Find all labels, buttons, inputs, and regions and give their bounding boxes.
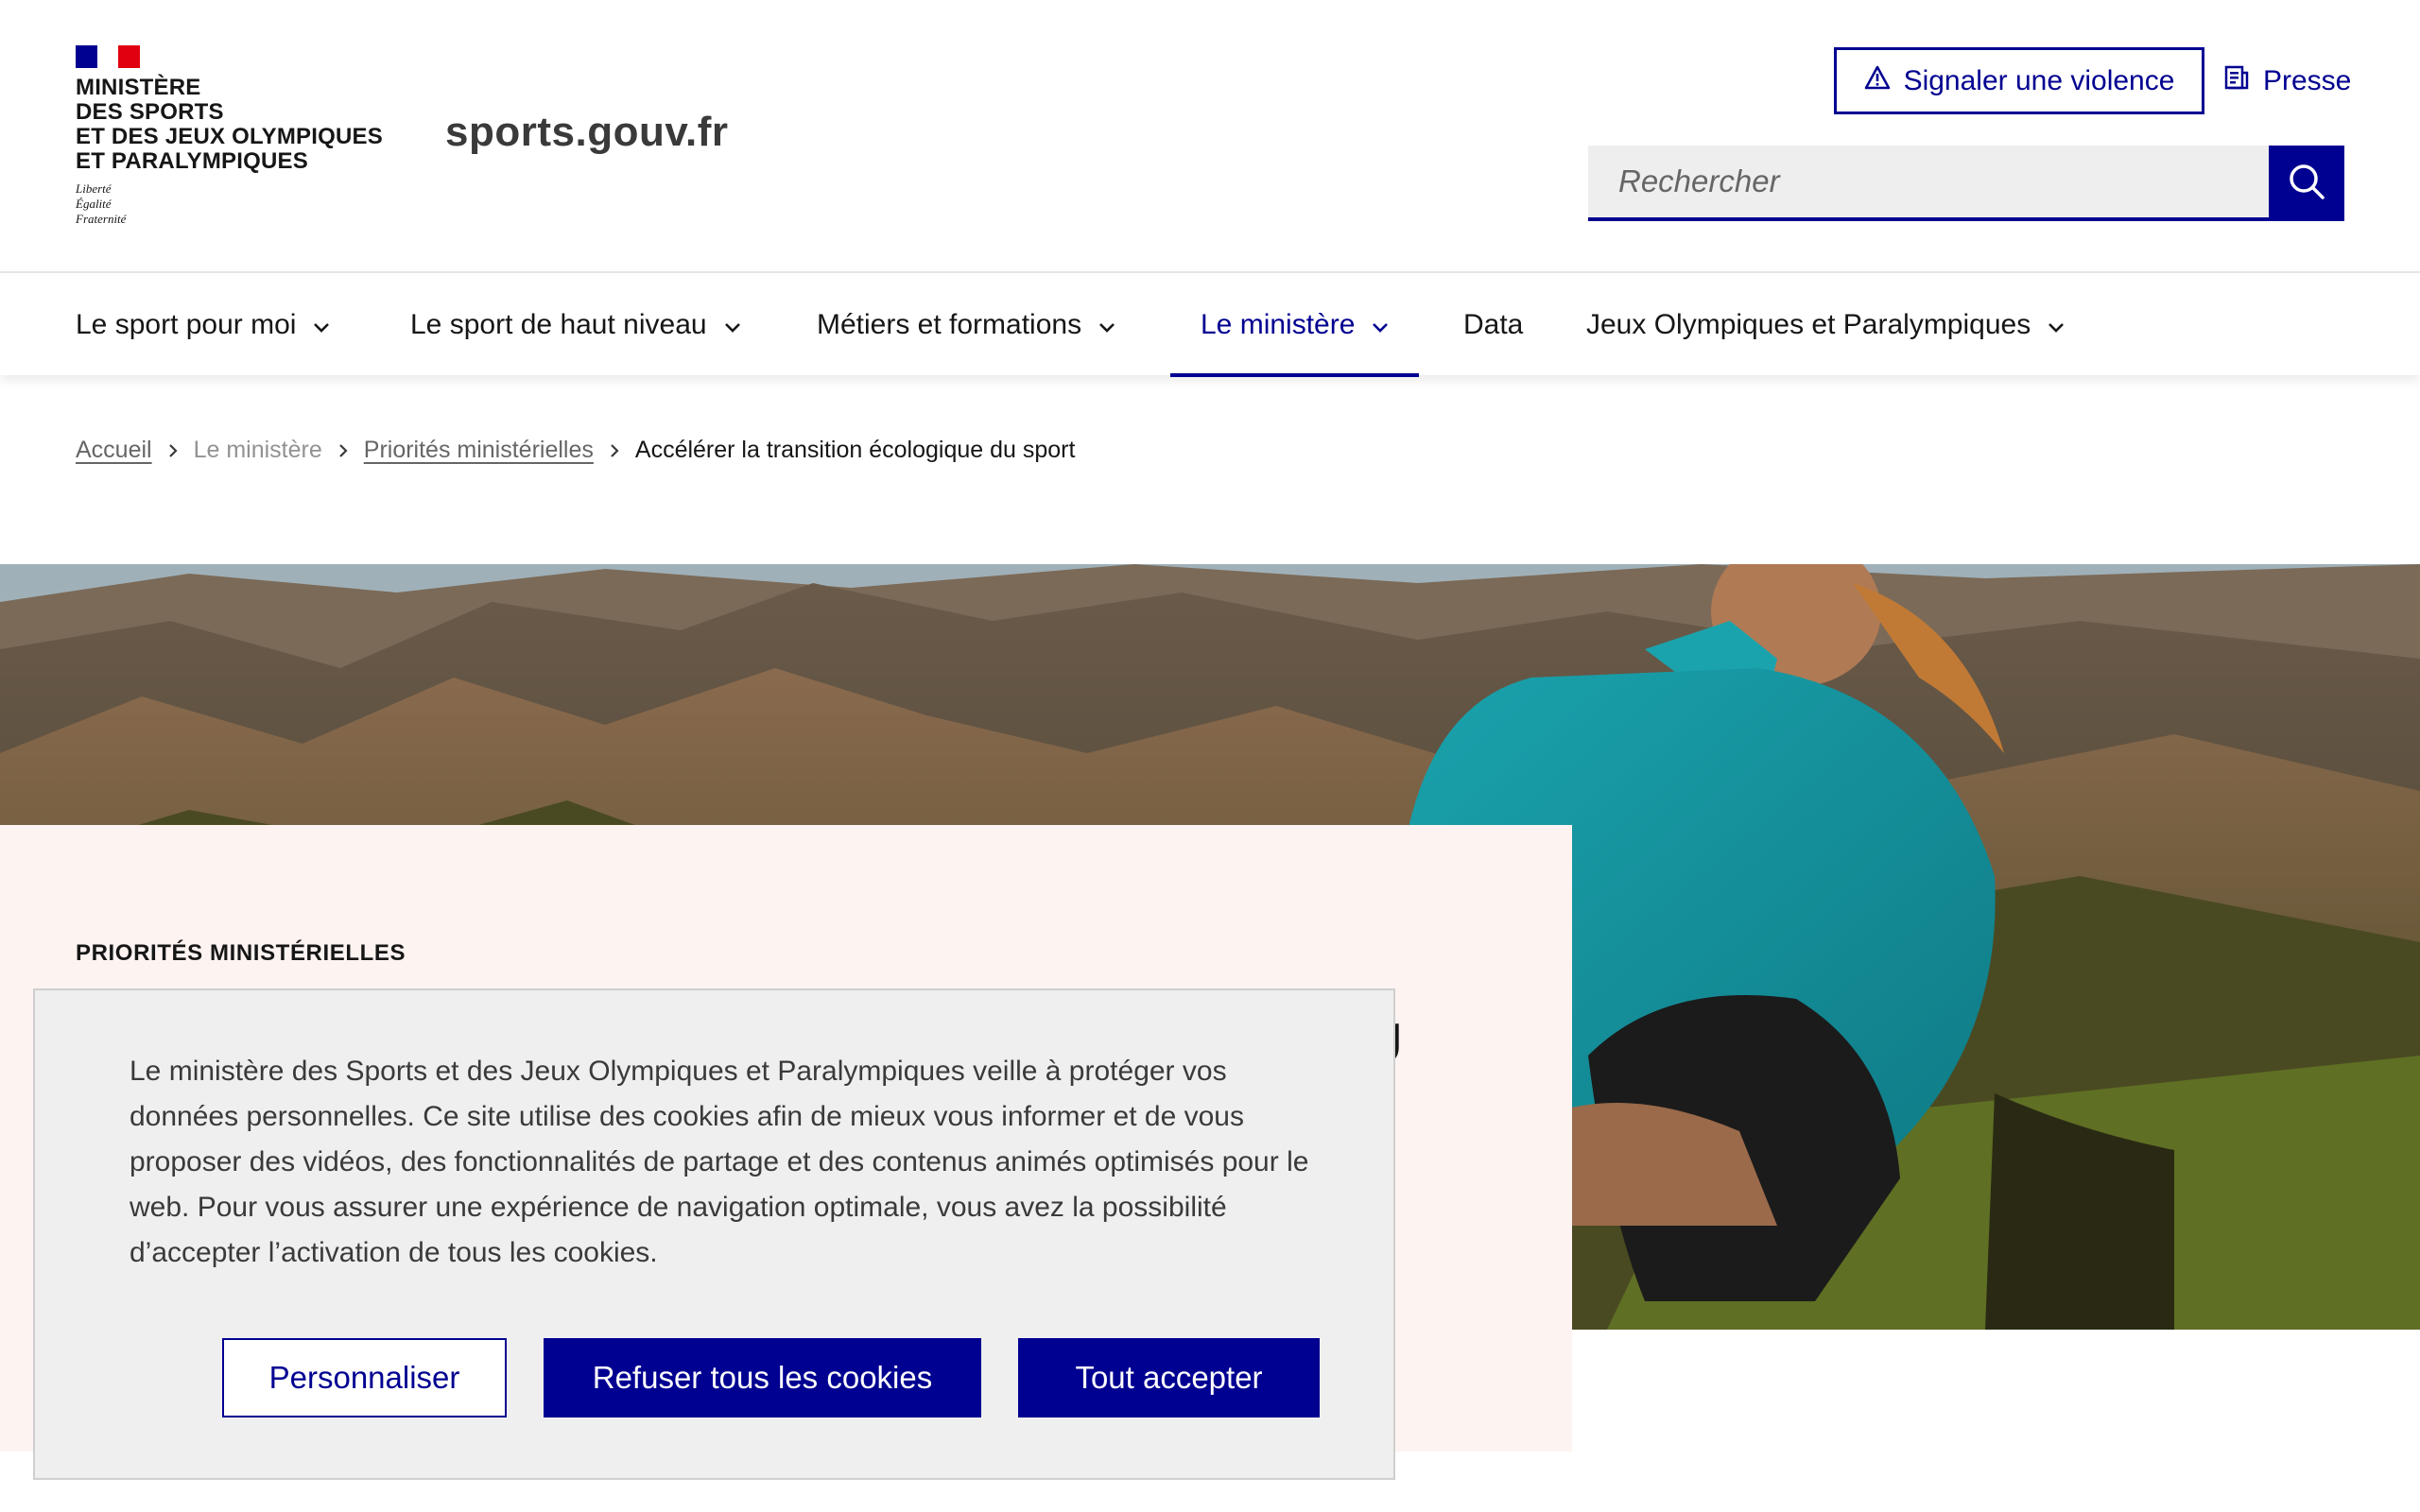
breadcrumb: Accueil Le ministère Priorités ministéri… — [76, 437, 1075, 464]
search-bar — [1588, 146, 2344, 221]
breadcrumb-link-priorites[interactable]: Priorités ministérielles — [364, 437, 594, 464]
report-violence-label: Signaler une violence — [1903, 64, 2175, 96]
main-navigation: Le sport pour moi Le sport de haut nivea… — [0, 271, 2420, 377]
french-flag-logo[interactable] — [76, 45, 141, 68]
chevron-down-icon — [1372, 309, 1389, 341]
accept-all-cookies-button[interactable]: Tout accepter — [1018, 1338, 1320, 1418]
ministry-line: MINISTÈRE — [76, 75, 201, 100]
presse-link[interactable]: Presse — [2223, 47, 2351, 114]
nav-item-jeux-olympiques[interactable]: Jeux Olympiques et Paralympiques — [1586, 273, 2065, 377]
report-violence-button[interactable]: Signaler une violence — [1834, 47, 2204, 114]
nav-item-sport-pour-moi[interactable]: Le sport pour moi — [76, 273, 330, 377]
ministry-line: ET DES JEUX OLYMPIQUES — [76, 124, 383, 149]
ministry-line: DES SPORTS — [76, 99, 224, 125]
site-name-link[interactable]: sports.gouv.fr — [445, 109, 729, 156]
search-input[interactable] — [1588, 146, 2269, 221]
hero-kicker: PRIORITÉS MINISTÉRIELLES — [76, 940, 406, 966]
chevron-right-icon — [167, 442, 179, 459]
search-button[interactable] — [2269, 146, 2344, 221]
site-header: MINISTÈRE DES SPORTS ET DES JEUX OLYMPIQ… — [0, 0, 2420, 271]
cookie-consent-text: Le ministère des Sports et des Jeux Olym… — [130, 1056, 1309, 1268]
ministry-line: ET PARALYMPIQUES — [76, 148, 308, 174]
nav-item-haut-niveau[interactable]: Le sport de haut niveau — [410, 273, 741, 377]
chevron-right-icon — [337, 442, 349, 459]
refuse-all-cookies-button[interactable]: Refuser tous les cookies — [544, 1338, 981, 1418]
warning-icon — [1864, 65, 1891, 97]
nav-item-ministere[interactable]: Le ministère — [1169, 273, 1420, 377]
cookie-consent-banner: Le ministère des Sports et des Jeux Olym… — [33, 988, 1395, 1480]
breadcrumb-link-accueil[interactable]: Accueil — [76, 437, 152, 464]
chevron-right-icon — [609, 442, 620, 459]
chevron-down-icon — [2048, 309, 2065, 341]
search-icon — [2287, 162, 2326, 206]
chevron-down-icon — [313, 309, 330, 341]
personalize-cookies-button[interactable]: Personnaliser — [222, 1338, 507, 1418]
republic-motto: Liberté Égalité Fraternité — [76, 181, 127, 226]
nav-item-data[interactable]: Data — [1463, 273, 1523, 377]
chevron-down-icon — [724, 309, 741, 341]
nav-item-metiers-formations[interactable]: Métiers et formations — [817, 273, 1115, 377]
newspaper-icon — [2223, 64, 2250, 98]
ministry-name[interactable]: MINISTÈRE DES SPORTS ET DES JEUX OLYMPIQ… — [76, 76, 383, 174]
presse-label: Presse — [2263, 64, 2352, 96]
breadcrumb-current-page: Accélérer la transition écologique du sp… — [634, 437, 1076, 463]
chevron-down-icon — [1098, 309, 1115, 341]
breadcrumb-item-ministere: Le ministère — [193, 437, 322, 463]
